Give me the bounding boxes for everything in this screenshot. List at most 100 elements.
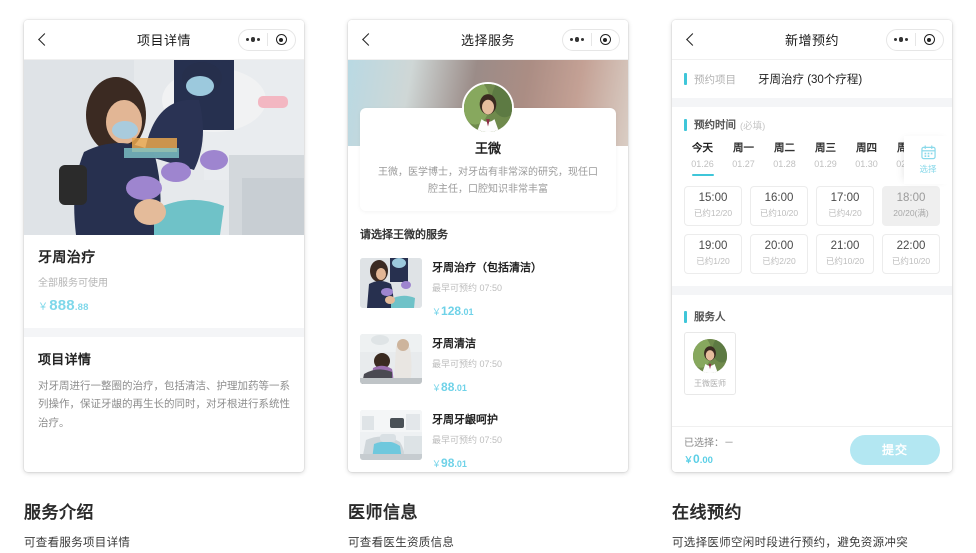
phone-frame-2: 选择服务 王微 王微，医学博士，对牙齿有非常深的研究，现任口腔主任，口腔知识非常… <box>348 20 628 472</box>
doctor-name: 王微 <box>474 141 501 156</box>
accent-bar <box>684 73 687 85</box>
staff-card[interactable]: 王微医师 <box>684 332 736 395</box>
service-list: 牙周治疗（包括清洁） 最早可预约 07:50 ￥128.01 牙周清洁 最早可预… <box>348 242 628 472</box>
date-tab[interactable]: 周二 01.28 <box>764 140 805 176</box>
time-slot[interactable]: 16:00 已约10/20 <box>750 186 808 226</box>
booking-item-row[interactable]: 预约项目 牙周治疗 (30个疗程) <box>672 60 952 98</box>
currency-symbol: ￥ <box>432 383 442 393</box>
service-meta: 最早可预约 07:50 <box>432 359 503 369</box>
detail-heading: 项目详情 <box>38 352 92 367</box>
date-value: 01.30 <box>855 159 878 169</box>
target-circle-icon[interactable] <box>268 34 296 45</box>
slot-status: 已约1/20 <box>696 256 730 266</box>
nav-bar-3: 新增预约 <box>672 20 952 60</box>
wechat-capsule-3 <box>886 28 944 51</box>
date-value: 01.26 <box>691 159 714 169</box>
date-value: 01.27 <box>732 159 755 169</box>
date-tab[interactable]: 周三 01.29 <box>805 140 846 176</box>
panel-service-intro: 项目详情 牙周治疗 全部服务可使用 ￥888.88 项目详情 对牙周进行一整圈的… <box>0 0 324 553</box>
service-meta: 最早可预约 07:50 <box>432 435 503 445</box>
wechat-capsule-2 <box>562 28 620 51</box>
list-item[interactable]: 牙周治疗（包括清洁） 最早可预约 07:50 ￥128.01 <box>360 250 616 326</box>
caption-block-1: 服务介绍 可查看服务项目详情 <box>24 498 314 550</box>
price-decimal: .01 <box>454 383 467 393</box>
slot-status: 已约2/20 <box>762 256 796 266</box>
price-decimal: .01 <box>461 307 474 317</box>
slot-status: 已约4/20 <box>828 208 862 218</box>
caption-desc: 可选择医师空闲时段进行预约，避免资源冲突 <box>672 537 908 549</box>
list-item[interactable]: 牙周牙龈呵护 最早可预约 07:50 ￥98.01 <box>360 402 616 472</box>
time-slot[interactable]: 22:00 已约10/20 <box>882 234 940 274</box>
slot-status: 20/20(满) <box>893 208 929 218</box>
staff-section-label: 服务人 <box>694 311 726 323</box>
product-summary-card: 牙周治疗 全部服务可使用 ￥888.88 <box>24 235 304 328</box>
service-photo-1 <box>360 258 422 308</box>
back-chevron-icon[interactable] <box>36 33 50 47</box>
more-dots-icon[interactable] <box>887 37 915 42</box>
service-photo-2 <box>360 334 422 384</box>
time-slot[interactable]: 20:00 已约2/20 <box>750 234 808 274</box>
submit-button[interactable]: 提交 <box>850 434 940 465</box>
phone-frame-3: 新增预约 预约项目 牙周治疗 (30个疗程) 预约时间 (必填) 今天 01.2… <box>672 20 952 472</box>
required-marker: (必填) <box>740 120 766 132</box>
slot-time: 15:00 <box>698 192 728 204</box>
list-item[interactable]: 牙周清洁 最早可预约 07:50 ￥88.01 <box>360 326 616 402</box>
detail-body: 对牙周进行一整圈的治疗，包括清洁、护理加药等一系列操作，保证牙龈的再生长的同时，… <box>38 380 290 429</box>
price-decimal: .88 <box>74 302 89 313</box>
page-title: 项目详情 <box>136 33 191 48</box>
back-chevron-icon[interactable] <box>360 33 374 47</box>
slot-status: 已约10/20 <box>825 256 865 266</box>
price-decimal: .01 <box>454 459 467 469</box>
service-price: ￥88.01 <box>432 380 616 394</box>
date-tab[interactable]: 今天 01.26 <box>682 140 723 176</box>
slot-time: 18:00 <box>896 192 926 204</box>
time-slot[interactable]: 19:00 已约1/20 <box>684 234 742 274</box>
nav-bar-2: 选择服务 <box>348 20 628 60</box>
time-section-label: 预约时间 <box>694 119 736 131</box>
screenshot-stage: 项目详情 牙周治疗 全部服务可使用 ￥888.88 项目详情 对牙周进行一整圈的… <box>0 0 976 553</box>
accent-bar <box>684 310 687 323</box>
service-body: 牙周牙龈呵护 最早可预约 07:50 ￥98.01 <box>432 410 616 470</box>
booking-item-value: 牙周治疗 (30个疗程) <box>758 74 863 86</box>
date-tab[interactable]: 周一 01.27 <box>723 140 764 176</box>
time-slot[interactable]: 15:00 已约12/20 <box>684 186 742 226</box>
staff-section: 服务人 王微医师 <box>672 295 952 407</box>
time-slot[interactable]: 17:00 已约4/20 <box>816 186 874 226</box>
caption-desc: 可查看医生资质信息 <box>348 537 455 549</box>
price-integer: 88 <box>441 380 455 394</box>
phone-frame-1: 项目详情 牙周治疗 全部服务可使用 ￥888.88 项目详情 对牙周进行一整圈的… <box>24 20 304 472</box>
more-dots-icon[interactable] <box>239 37 267 42</box>
time-section-header: 预约时间 (必填) <box>672 107 952 136</box>
date-value: 01.29 <box>814 159 837 169</box>
section-divider <box>24 328 304 337</box>
slot-time: 21:00 <box>830 240 860 252</box>
caption-title: 医师信息 <box>348 503 418 522</box>
more-dots-icon[interactable] <box>563 37 591 42</box>
currency-symbol: ￥ <box>432 307 442 317</box>
slot-time: 22:00 <box>896 240 926 252</box>
slot-time: 19:00 <box>698 240 728 252</box>
footer-summary: 已选择：－ ￥0.00 <box>684 434 734 466</box>
target-circle-icon[interactable] <box>916 34 944 45</box>
nav-bar-1: 项目详情 <box>24 20 304 60</box>
slot-status: 已约12/20 <box>693 208 733 218</box>
back-chevron-icon[interactable] <box>684 33 698 47</box>
wechat-capsule-1 <box>238 28 296 51</box>
service-meta: 最早可预约 07:50 <box>432 283 503 293</box>
time-slot[interactable]: 21:00 已约10/20 <box>816 234 874 274</box>
page-title: 选择服务 <box>460 33 515 48</box>
currency-symbol: ￥ <box>684 454 694 465</box>
currency-symbol: ￥ <box>38 302 49 313</box>
date-picker-button[interactable]: 选择 <box>904 136 952 184</box>
date-tab[interactable]: 周四 01.30 <box>846 140 887 176</box>
product-price: ￥888.88 <box>38 297 290 314</box>
date-weekday: 周三 <box>815 142 836 154</box>
target-circle-icon[interactable] <box>592 34 620 45</box>
price-integer: 98 <box>441 456 455 470</box>
caption-title: 在线预约 <box>672 503 742 522</box>
hero-image-dental-treatment <box>24 60 304 235</box>
date-weekday: 周一 <box>733 142 754 154</box>
service-section-label: 请选择王微的服务 <box>360 229 448 241</box>
booking-item-label: 预约项目 <box>694 73 736 86</box>
service-name: 牙周治疗（包括清洁） <box>432 262 542 274</box>
